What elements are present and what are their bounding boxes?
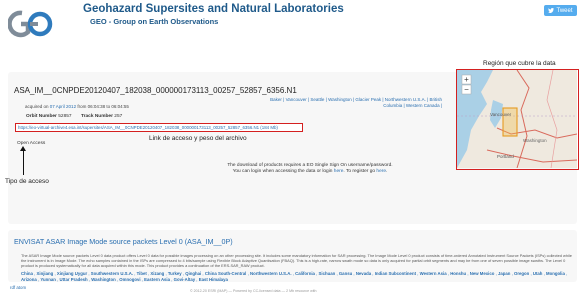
region-tag-link[interactable]: Nevada <box>356 271 371 276</box>
region-tag-link[interactable]: Arizona <box>21 277 37 282</box>
tweet-button[interactable]: Tweet <box>544 5 577 16</box>
download-url-link[interactable]: https://eo-virtual-archive4.esa.int/supe… <box>15 123 303 132</box>
acquisition-info: acquired on 07 April 2012 from 06:04:38 … <box>25 104 129 109</box>
location-links[interactable]: Baker | Vancouver | Seattle | Washington… <box>264 97 442 109</box>
region-tag-link[interactable]: Tibet <box>137 271 147 276</box>
region-tag-link[interactable]: Indian Subcontinent <box>375 271 416 276</box>
region-tag-link[interactable]: Eastern Asia <box>144 277 170 282</box>
map-label-vancouver: Vancouver <box>490 112 512 117</box>
region-tag-link[interactable]: Oregon <box>514 271 529 276</box>
arrow-shaft <box>23 149 24 175</box>
region-tag-link[interactable]: Western Asia <box>420 271 447 276</box>
annotation-region: Región que cubre la data <box>483 60 556 67</box>
zoom-out-button[interactable]: − <box>464 85 469 94</box>
product-type-description: The ASAR Image Mode source packets Level… <box>21 253 572 268</box>
region-tag-link[interactable]: California <box>295 271 315 276</box>
region-tag-link[interactable]: East Himalaya <box>199 277 228 282</box>
region-tag-link[interactable]: Japan <box>498 271 510 276</box>
region-tag-link[interactable]: China <box>21 271 33 276</box>
region-tag-link[interactable]: Washington <box>91 277 115 282</box>
footer-text: © 2012-20 ESRI (MAP) — Powered by CC-lic… <box>190 289 317 293</box>
region-tag-link[interactable]: Yunnan <box>40 277 56 282</box>
site-subtitle[interactable]: GEO - Group on Earth Observations <box>90 17 218 26</box>
region-tag-link[interactable]: Xizang <box>150 271 164 276</box>
region-tag-link[interactable]: New Mexico <box>470 271 495 276</box>
region-tag-link[interactable]: Southwestern U.S.A. <box>91 271 133 276</box>
region-tag-link[interactable]: China South-Central <box>205 271 247 276</box>
annotation-access-type: Tipo de acceso <box>5 178 49 185</box>
download-line-2-prefix: You can login when accessing the data or… <box>232 169 333 174</box>
region-tag-link[interactable]: Omnogovi <box>119 277 140 282</box>
register-here-link[interactable]: here <box>376 169 386 174</box>
orbit-track-row: Orbit Number 52857 Track Number 257 <box>26 114 122 119</box>
region-tag-link[interactable]: Qinghai <box>185 271 201 276</box>
map-canvas[interactable]: + − Vancouver Washington Portland <box>457 70 578 169</box>
feed-links[interactable]: rdf atom <box>10 285 26 290</box>
region-tag-link[interactable]: Govi-Altay <box>174 277 196 282</box>
map-label-portland: Portland <box>497 154 514 159</box>
tweet-label: Tweet <box>556 7 573 14</box>
region-tag-link[interactable]: Northwestern U.S.A. <box>250 271 292 276</box>
region-tag-link[interactable]: Turkey <box>168 271 182 276</box>
region-tag-list: China , Xinjiang , Xinjiang Uygur , Sout… <box>21 271 568 282</box>
twitter-bird-icon <box>548 8 555 13</box>
download-line-2: You can login when accessing the data or… <box>150 169 470 175</box>
region-tag-link[interactable]: Uttar Pradesh <box>59 277 87 282</box>
orbit-label: Orbit Number <box>26 114 57 119</box>
acquired-date-link[interactable]: 07 April 2012 <box>50 104 76 109</box>
download-mid: . To register go <box>343 169 376 174</box>
region-tag-link[interactable]: Mongolia <box>546 271 565 276</box>
orbit-value: 52857 <box>58 114 72 119</box>
map-label-washington: Washington <box>523 138 547 143</box>
annotation-link: Link de acceso y peso del archivo <box>149 135 247 142</box>
track-label: Track Number <box>80 114 113 119</box>
region-tag-link[interactable]: Honshu <box>450 271 466 276</box>
product-type-title[interactable]: ENVISAT ASAR Image Mode source packets L… <box>14 237 233 246</box>
region-tag-link[interactable]: Utah <box>533 271 543 276</box>
geo-logo <box>8 10 53 38</box>
site-title[interactable]: Geohazard Supersites and Natural Laborat… <box>83 3 344 15</box>
login-here-link[interactable]: here <box>334 169 344 174</box>
region-tag-link[interactable]: Sichuan <box>319 271 336 276</box>
granule-name: ASA_IM__0CNPDE20120407_182038_0000001731… <box>14 86 297 95</box>
download-end: . <box>386 169 388 174</box>
track-value: 257 <box>114 114 123 119</box>
acquired-prefix: acquired on <box>25 104 49 109</box>
coverage-map[interactable]: + − Vancouver Washington Portland <box>456 69 579 170</box>
zoom-in-button[interactable]: + <box>464 75 469 84</box>
region-tag-link[interactable]: Xinjiang Uygur <box>57 271 87 276</box>
region-tag-link[interactable]: Gansu <box>339 271 352 276</box>
region-tag-link[interactable]: Xinjiang <box>37 271 54 276</box>
download-notice: The download of products requires a EO S… <box>150 163 470 175</box>
acquired-time: from 06:04:38 to 06:04:55 <box>77 104 129 109</box>
